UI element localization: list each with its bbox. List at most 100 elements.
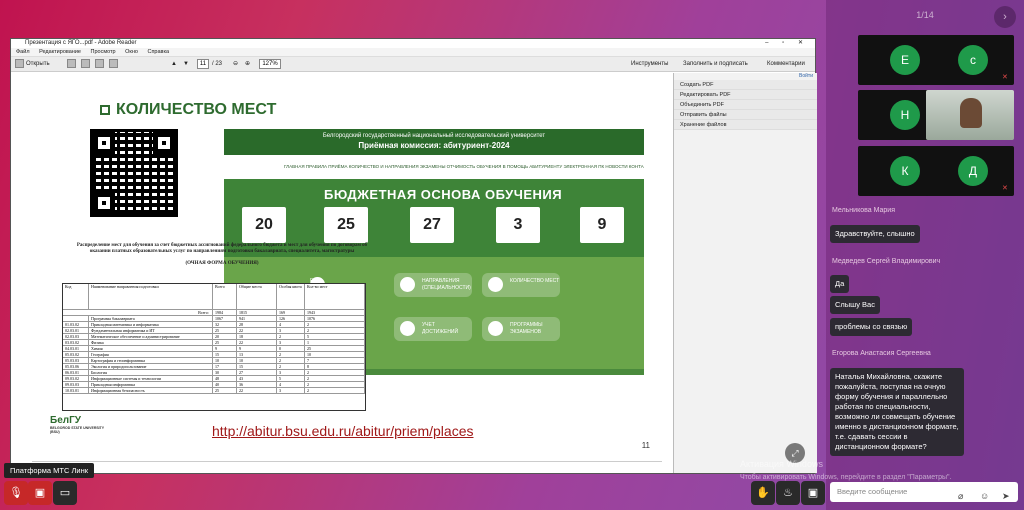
- page-number-input[interactable]: 11: [197, 59, 209, 69]
- table-cell: 03.03.02: [63, 340, 89, 345]
- prev-page-button[interactable]: ▲: [171, 59, 177, 70]
- windows-activation-watermark: Активация Windows Чтобы активировать Win…: [740, 458, 951, 484]
- table-cell: 13: [237, 352, 277, 357]
- signin-link[interactable]: Войти: [674, 73, 817, 80]
- table-cell: Химия: [89, 346, 213, 351]
- table-cell: 25: [305, 346, 365, 351]
- page-total: / 23: [212, 61, 223, 67]
- table-cell: 2: [305, 370, 365, 375]
- table-cell: 05.03.02: [63, 352, 89, 357]
- zoom-out-button[interactable]: ⊖: [233, 59, 238, 70]
- table-caption-text: Распределение мест для обучения за счет …: [76, 243, 368, 254]
- next-page-button[interactable]: ▼: [183, 59, 189, 70]
- table-cell: Информационная безопасность: [89, 388, 213, 393]
- mic-muted-icon: ✕: [1002, 74, 1008, 81]
- table-row: 10.03.01 Информационная безопасность 25 22 3…: [63, 388, 365, 394]
- window-title: Презентация с ЯГО...pdf - Adobe Reader: [25, 40, 137, 46]
- site-header-small: Белгородский государственный национальны…: [322, 133, 546, 139]
- fill-sign-tab[interactable]: Заполнить и подписать: [683, 59, 748, 70]
- open-button[interactable]: Открыть: [15, 59, 50, 70]
- reaction-button[interactable]: ♨: [776, 481, 800, 505]
- layout-button[interactable]: ▣: [801, 481, 825, 505]
- table-cell: 09.03.03: [63, 382, 89, 387]
- menu-help[interactable]: Справка: [147, 49, 169, 55]
- print-icon[interactable]: [95, 59, 106, 70]
- site-header: Белгородский государственный национальны…: [224, 129, 644, 155]
- date-card: 3: [496, 207, 540, 243]
- tools-panel: Войти Создать PDF Редактировать PDF Объе…: [673, 73, 817, 473]
- participant-tile[interactable]: с ✕: [926, 35, 1014, 85]
- table-cell: 126: [277, 316, 305, 321]
- table-cell: 43: [237, 376, 277, 381]
- comments-tab[interactable]: Комментарии: [767, 59, 805, 70]
- table-cell: 1815: [237, 310, 277, 315]
- table-cell: Физика: [89, 340, 213, 345]
- table-header-cell: Наименование направления подготовки: [89, 284, 213, 309]
- table-cell: 9: [237, 346, 277, 351]
- table-cell: Экология и природопользование: [89, 364, 213, 369]
- abitur-link[interactable]: http://abitur.bsu.edu.ru/abitur/priem/pl…: [212, 423, 473, 439]
- table-cell: 2: [305, 382, 365, 387]
- participant-avatar: К: [890, 156, 920, 186]
- window-controls[interactable]: – ▫ ✕: [765, 39, 809, 48]
- zoom-in-button[interactable]: ⊕: [245, 59, 250, 70]
- folder-icon: [15, 59, 24, 68]
- chat-message: Здравствуйте, слышно: [830, 225, 920, 243]
- window-titlebar: Презентация с ЯГО...pdf - Adobe Reader –…: [11, 39, 815, 48]
- zoom-input[interactable]: 127%: [259, 59, 281, 69]
- table-cell: 3: [277, 340, 305, 345]
- table-body: Программы бакалавриата 1067 941 126 1076 01.0…: [63, 316, 365, 394]
- table-cell: 32: [213, 322, 237, 327]
- participant-tile[interactable]: Д ✕: [926, 146, 1014, 196]
- banner-title: БЮДЖЕТНАЯ ОСНОВА ОБУЧЕНИЯ: [324, 187, 563, 202]
- email-icon[interactable]: [109, 59, 120, 70]
- expand-icon: ⤢: [791, 448, 799, 458]
- chat-message: Да: [830, 275, 850, 293]
- attach-icon[interactable]: ⌀: [958, 486, 963, 506]
- table-cell: 1943: [305, 310, 365, 315]
- save-icon[interactable]: [81, 59, 92, 70]
- menu-window[interactable]: Окно: [125, 49, 138, 55]
- menu-view[interactable]: Просмотр: [91, 49, 116, 55]
- mic-toggle-button[interactable]: 🎙: [4, 481, 28, 505]
- table-cell: 2: [305, 328, 365, 333]
- table-cell: 25: [213, 328, 237, 333]
- hand-icon: ✋: [756, 487, 770, 499]
- screen-share-button[interactable]: ▭: [53, 481, 77, 505]
- panel-item-send-files[interactable]: Отправить файлы: [674, 110, 817, 120]
- table-cell: 4: [277, 382, 305, 387]
- mic-muted-icon: ✕: [1002, 185, 1008, 192]
- menu-edit[interactable]: Редактирование: [39, 49, 81, 55]
- table-header-row: Код Наименование направления подготовки …: [63, 284, 365, 310]
- menu-file[interactable]: Файл: [16, 49, 30, 55]
- table-cell: 40: [213, 382, 237, 387]
- chat-input[interactable]: Введите сообщение ⌀ ☺ ➤: [830, 482, 1018, 502]
- tools-tab[interactable]: Инструменты: [631, 59, 668, 70]
- panel-item-edit-pdf[interactable]: Редактировать PDF: [674, 90, 817, 100]
- table-subcaption: (ОЧНАЯ ФОРМА ОБУЧЕНИЯ): [185, 261, 259, 266]
- table-cell: Биология: [89, 370, 213, 375]
- table-cell: 5: [305, 334, 365, 339]
- emoji-icon[interactable]: ☺: [980, 486, 989, 506]
- panel-item-create-pdf[interactable]: Создать PDF: [674, 80, 817, 90]
- chat-message: проблемы со связью: [830, 318, 913, 336]
- participant-video: [960, 98, 982, 128]
- camera-toggle-button[interactable]: ▣: [28, 481, 52, 505]
- table-cell: 15: [213, 352, 237, 357]
- table-cell: 25: [213, 388, 237, 393]
- participant-tile[interactable]: [926, 90, 1014, 140]
- create-icon[interactable]: [67, 59, 78, 70]
- participant-avatar: Е: [890, 45, 920, 75]
- table-cell: Математическое обеспечение и администрир…: [89, 334, 213, 339]
- raise-hand-button[interactable]: ✋: [751, 481, 775, 505]
- panel-item-combine-pdf[interactable]: Объединить PDF: [674, 100, 817, 110]
- table-cell: 2: [277, 352, 305, 357]
- watermark-text: Чтобы активировать Windows, перейдите в …: [740, 474, 952, 481]
- send-icon[interactable]: ➤: [1002, 486, 1010, 506]
- slide-page-number: 11: [641, 441, 650, 450]
- panel-item-store-files[interactable]: Хранение файлов: [674, 120, 817, 130]
- table-cell: 22: [237, 340, 277, 345]
- tile-places: КОЛИЧЕСТВО МЕСТ: [482, 273, 560, 297]
- table-cell: 09.03.02: [63, 376, 89, 381]
- table-cell: 30: [213, 370, 237, 375]
